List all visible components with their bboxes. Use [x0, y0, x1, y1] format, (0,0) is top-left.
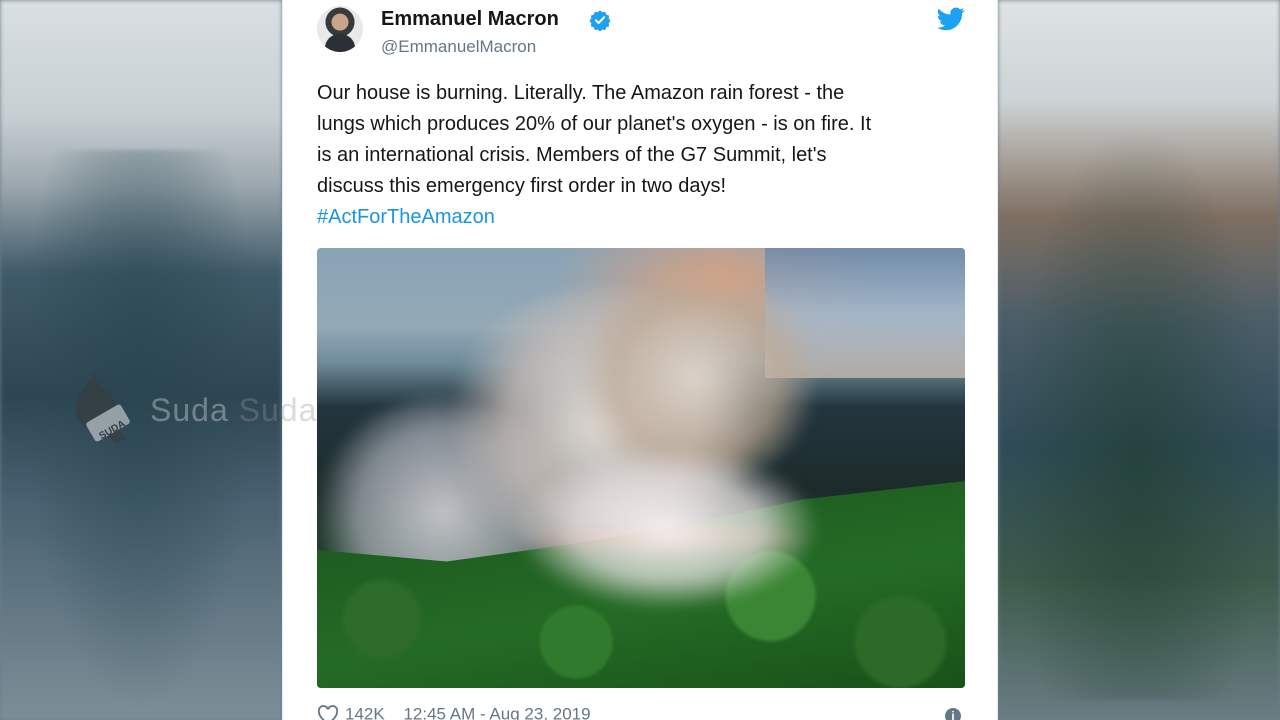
- watermark-logo: SUDA: [75, 372, 130, 444]
- tweet-text-line: Our house is burning. Literally. The Ama…: [317, 82, 845, 104]
- watermark-text: Suda Suda: [150, 392, 317, 429]
- verified-badge-icon: [589, 10, 611, 31]
- tweet-footer: 142K 12:45 AM - Aug 23, 2019: [317, 704, 591, 720]
- avatar[interactable]: [317, 6, 363, 52]
- like-count[interactable]: 142K: [345, 705, 385, 720]
- watermark-word-tail: Suda: [238, 392, 318, 428]
- tweet-card: Emmanuel Macron @EmmanuelMacron Our hous…: [282, 0, 998, 720]
- tweet-timestamp[interactable]: 12:45 AM - Aug 23, 2019: [403, 705, 590, 720]
- author-handle[interactable]: @EmmanuelMacron: [381, 37, 536, 57]
- tweet-text-line: discuss this emergency first order in tw…: [317, 175, 727, 197]
- hashtag-link[interactable]: #ActForTheAmazon: [317, 202, 967, 233]
- watermark-word: Suda: [150, 392, 229, 428]
- tweet-text-line: is an international crisis. Members of t…: [317, 144, 827, 166]
- tweet-text-line: lungs which produces 20% of our planet's…: [317, 113, 872, 135]
- info-icon[interactable]: i: [945, 708, 961, 720]
- heart-icon[interactable]: [317, 704, 339, 720]
- author-name[interactable]: Emmanuel Macron: [381, 8, 559, 31]
- blurred-background-left: [0, 0, 282, 720]
- tweet-text: Our house is burning. Literally. The Ama…: [317, 78, 967, 233]
- blurred-background-right: [998, 0, 1280, 720]
- twitter-bird-icon[interactable]: [937, 6, 965, 32]
- tweet-photo-amazon-fire[interactable]: [317, 248, 965, 688]
